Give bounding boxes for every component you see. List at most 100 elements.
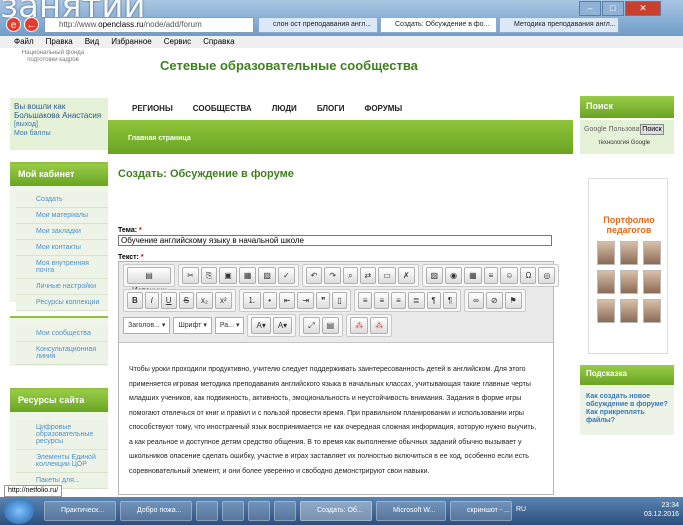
anchor-icon[interactable]: ⚑ <box>504 292 522 309</box>
nav-blogs[interactable]: БЛОГИ <box>317 104 345 113</box>
paste-text-icon[interactable]: ▦ <box>238 267 257 284</box>
maximize-button[interactable]: □ <box>602 1 624 16</box>
align-center-icon[interactable]: ≡ <box>374 292 390 309</box>
menu-view[interactable]: Вид <box>85 36 99 48</box>
points-link[interactable]: Мои баллы <box>14 129 104 138</box>
resources-item-digital[interactable]: Цифровые образовательные ресурсы <box>16 420 108 450</box>
rtl-icon[interactable]: ¶ <box>442 292 458 309</box>
table-icon[interactable]: ▦ <box>464 267 482 284</box>
undo-icon[interactable]: ↶ <box>305 267 323 284</box>
cabinet-item-contacts[interactable]: Мои контакты <box>16 240 108 256</box>
google-search-input[interactable]: Google Пользовате <box>584 126 646 133</box>
special-char-icon[interactable]: Ω <box>520 267 537 284</box>
nav-communities[interactable]: СООБЩЕСТВА <box>193 104 252 113</box>
iframe-icon[interactable]: ◎ <box>538 267 556 284</box>
format-combo[interactable]: Заголов... ▾ <box>123 317 171 334</box>
minimize-button[interactable]: – <box>579 1 601 16</box>
copy-icon[interactable]: ⎘ <box>200 267 218 284</box>
task-app-icon-1[interactable] <box>196 501 218 521</box>
breadcrumb[interactable]: Главная страница <box>128 135 191 142</box>
align-justify-icon[interactable]: ≣ <box>407 292 425 309</box>
cabinet-item-mail[interactable]: Моя внутренняя почта <box>16 256 108 279</box>
underline-icon[interactable]: U <box>160 292 177 309</box>
hint-link-new-discussion[interactable]: Как создать новое обсуждение в форуме? <box>586 393 668 409</box>
align-left-icon[interactable]: ≡ <box>357 292 373 309</box>
menu-tools[interactable]: Сервис <box>164 36 191 48</box>
task-app-icon-4[interactable] <box>274 501 296 521</box>
div-icon[interactable]: ▯ <box>332 292 347 309</box>
menu-file[interactable]: Файл <box>14 36 34 48</box>
tema-input[interactable]: Обучение английскому языку в начальной ш… <box>118 235 552 246</box>
hr-icon[interactable]: ≡ <box>483 267 499 284</box>
cabinet-item-create[interactable]: Создать <box>16 192 108 208</box>
task-3[interactable]: Создать: Об... <box>300 501 372 521</box>
paste-icon[interactable]: ▣ <box>219 267 237 284</box>
site-title[interactable]: Сетевые образовательные сообщества <box>160 58 418 73</box>
cut-icon[interactable]: ✂ <box>182 267 199 284</box>
nav-forums[interactable]: ФОРУМЫ <box>364 104 402 113</box>
task-5[interactable]: скриншот - ... <box>450 501 512 521</box>
redo-icon[interactable]: ↷ <box>324 267 342 284</box>
task-1[interactable]: Практическ... <box>44 501 116 521</box>
numbered-list-icon[interactable]: ⒈ <box>242 292 261 309</box>
close-button[interactable]: ✕ <box>625 1 661 16</box>
font-combo[interactable]: Шрифт ▾ <box>173 317 212 334</box>
language-indicator[interactable]: RU <box>516 506 526 513</box>
ltr-icon[interactable]: ¶ <box>426 292 441 309</box>
communities-item-consult[interactable]: Консультационная линия <box>16 342 108 365</box>
nav-regions[interactable]: РЕГИОНЫ <box>132 104 173 113</box>
strike-icon[interactable]: S <box>178 292 194 309</box>
page-break-icon[interactable]: ⁂ <box>370 317 389 334</box>
menu-favorites[interactable]: Избранное <box>111 36 152 48</box>
task-app-icon-2[interactable] <box>222 501 244 521</box>
spellcheck-icon[interactable]: ✓ <box>277 267 295 284</box>
menu-help[interactable]: Справка <box>203 36 234 48</box>
task-4[interactable]: Microsoft W... <box>376 501 446 521</box>
italic-icon[interactable]: I <box>144 292 159 309</box>
portfolio-banner[interactable]: Портфолио педагогов <box>588 178 668 354</box>
bg-color-icon[interactable]: A▾ <box>272 317 293 334</box>
nav-people[interactable]: ЛЮДИ <box>272 104 297 113</box>
start-button[interactable] <box>4 498 34 524</box>
search-button[interactable]: Поиск <box>640 124 664 135</box>
superscript-icon[interactable]: x² <box>215 292 232 309</box>
back-button[interactable]: ← <box>24 17 39 32</box>
image-icon[interactable]: ▨ <box>425 267 444 284</box>
flash-icon[interactable]: ◉ <box>445 267 463 284</box>
select-all-icon[interactable]: ▭ <box>378 267 396 284</box>
resources-item-collection[interactable]: Элементы Единой коллекции ЦОР <box>16 450 108 473</box>
show-blocks-icon[interactable]: ▤ <box>321 317 340 334</box>
tab-2[interactable]: Создать: Обсуждение в фо... <box>380 17 497 33</box>
tab-3[interactable]: Методика преподавания англ... <box>499 17 619 33</box>
task-app-icon-3[interactable] <box>248 501 270 521</box>
align-right-icon[interactable]: ≡ <box>391 292 406 309</box>
replace-icon[interactable]: ⇄ <box>359 267 377 284</box>
source-button[interactable]: ▤ Источник <box>127 267 172 295</box>
task-2[interactable]: Добро пожа... <box>120 501 192 521</box>
tab-1[interactable]: слон ост преподавания англ... <box>258 17 378 33</box>
menu-edit[interactable]: Правка <box>46 36 73 48</box>
cabinet-item-settings[interactable]: Личные настройки <box>16 279 108 295</box>
logout-link[interactable]: [выход] <box>14 120 104 129</box>
cabinet-item-collection[interactable]: Ресурсы коллекции <box>16 295 108 311</box>
unlink-icon[interactable]: ⊘ <box>485 292 503 309</box>
bullet-list-icon[interactable]: • <box>262 292 277 309</box>
text-color-icon[interactable]: A▾ <box>251 317 271 334</box>
clock[interactable]: 23:34 03.12.2016 <box>644 501 679 519</box>
subscript-icon[interactable]: x₂ <box>195 292 214 309</box>
paste-word-icon[interactable]: ▧ <box>258 267 276 284</box>
editor-content[interactable]: Чтобы уроки проходили продуктивно, учите… <box>119 343 553 479</box>
link-icon[interactable]: ∞ <box>468 292 484 309</box>
remove-format-icon[interactable]: ✗ <box>397 267 415 284</box>
blockquote-icon[interactable]: ❞ <box>316 292 331 309</box>
address-bar[interactable]: http://www.openclass.ru/node/add/forum <box>44 17 254 33</box>
find-icon[interactable]: ⌕ <box>343 267 358 284</box>
maximize-icon[interactable]: ⤢ <box>303 317 320 334</box>
smiley-icon[interactable]: ☺ <box>500 267 519 284</box>
cabinet-item-bookmarks[interactable]: Мои закладки <box>16 224 108 240</box>
indent-icon[interactable]: ⇥ <box>297 292 315 309</box>
size-combo[interactable]: Ра... ▾ <box>214 317 245 334</box>
teaser-break-icon[interactable]: ⁂ <box>350 317 369 334</box>
cabinet-item-materials[interactable]: Мои материалы <box>16 208 108 224</box>
hint-link-attach-files[interactable]: Как прикреплять файлы? <box>586 409 668 425</box>
